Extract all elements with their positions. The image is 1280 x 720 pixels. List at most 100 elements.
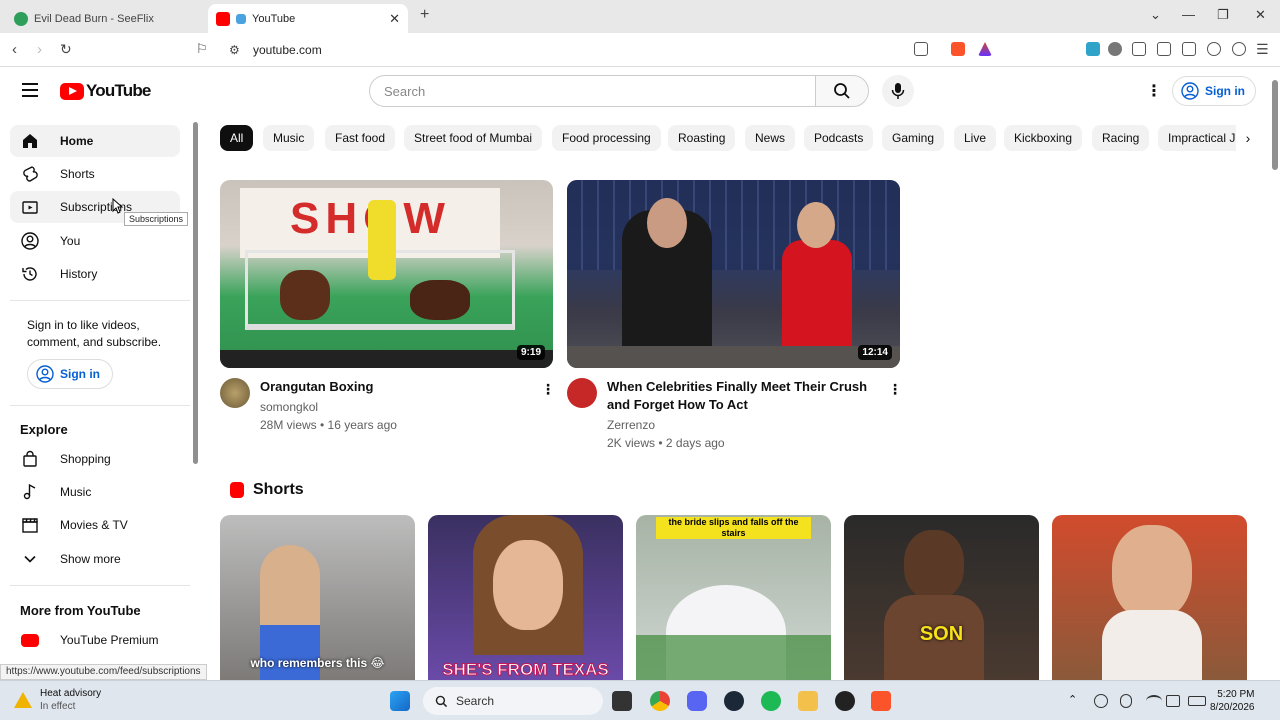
extension-icon[interactable]	[1086, 42, 1100, 56]
short-card[interactable]: who remembers this 😂	[220, 515, 415, 680]
close-tab-icon[interactable]: ✕	[389, 11, 400, 27]
chip-racing[interactable]: Racing	[1092, 125, 1150, 151]
chip-fast-food[interactable]: Fast food	[325, 125, 396, 151]
guest-figure	[782, 240, 852, 350]
chip-gaming[interactable]: Gaming	[882, 125, 945, 151]
short-card[interactable]: SON	[844, 515, 1039, 680]
chevron-up-icon[interactable]: ⌃	[1068, 693, 1077, 706]
short-card[interactable]: the bride slips and falls off the stairs	[636, 515, 831, 680]
channel-avatar[interactable]	[220, 378, 250, 408]
puzzle-icon[interactable]	[1132, 42, 1146, 56]
bookmark-icon[interactable]: ⚐	[196, 41, 208, 57]
brave-shield-icon[interactable]	[951, 42, 965, 56]
windows-start-icon[interactable]	[390, 691, 410, 711]
chip-live[interactable]: Live	[954, 125, 997, 151]
person-face	[904, 530, 964, 600]
sidebar-item-you[interactable]: You	[10, 225, 180, 257]
cast-icon[interactable]	[914, 42, 928, 56]
sidebar-item-home[interactable]: Home	[10, 125, 180, 157]
vpn-icon[interactable]	[1232, 42, 1246, 56]
chevron-right-icon[interactable]: ›	[1236, 125, 1260, 151]
weather-widget[interactable]: Heat advisory In effect	[14, 687, 101, 713]
guest-face	[647, 198, 687, 248]
video-stats: 2K views • 2 days ago	[607, 436, 725, 450]
battery-icon[interactable]	[1188, 696, 1206, 706]
settings-kebab-icon[interactable]: ⋮	[1146, 81, 1162, 101]
channel-name[interactable]: somongkol	[260, 398, 318, 416]
taskbar-clock[interactable]: 5:20 PM 8/20/2026	[1210, 688, 1255, 714]
voice-search-button[interactable]	[882, 75, 914, 107]
url-field[interactable]: youtube.com	[253, 43, 322, 57]
chip-impractical-jokers[interactable]: Impractical J	[1158, 125, 1246, 151]
discord-icon[interactable]	[687, 691, 707, 711]
chip-street-food[interactable]: Street food of Mumbai	[404, 125, 543, 151]
tab-youtube[interactable]: YouTube ✕	[208, 4, 408, 33]
video-title[interactable]: When Celebrities Finally Meet Their Crus…	[607, 378, 869, 414]
page-scrollbar[interactable]	[1272, 80, 1278, 170]
file-explorer-icon[interactable]	[798, 691, 818, 711]
sign-in-button[interactable]: Sign in	[1172, 76, 1256, 106]
tab-list-chevron-icon[interactable]: ⌄	[1150, 7, 1161, 23]
extension-icon[interactable]	[1108, 42, 1122, 56]
channel-name[interactable]: Zerrenzo	[607, 416, 655, 434]
sidebar-item-music[interactable]: Music	[10, 476, 180, 508]
chrome-icon[interactable]	[650, 691, 670, 711]
chip-news[interactable]: News	[745, 125, 796, 151]
account-icon	[36, 365, 54, 383]
sidebar-item-history[interactable]: History	[10, 258, 180, 290]
close-window-icon[interactable]: ✕	[1255, 7, 1266, 23]
app-icon[interactable]	[835, 691, 855, 711]
sidebar-item-shopping[interactable]: Shopping	[10, 443, 180, 475]
site-info-icon[interactable]: ⚙	[229, 43, 240, 57]
wallet-icon[interactable]	[1182, 42, 1196, 56]
hamburger-menu-icon[interactable]	[22, 83, 38, 97]
chip-podcasts[interactable]: Podcasts	[804, 125, 874, 151]
reload-icon[interactable]: ↻	[60, 41, 72, 58]
video-thumbnail[interactable]: 12:14	[567, 180, 900, 368]
youtube-logo[interactable]: YouTube	[60, 81, 151, 101]
chip-roasting[interactable]: Roasting	[668, 125, 736, 151]
grass	[636, 635, 831, 680]
minimize-icon[interactable]: —	[1182, 7, 1195, 22]
video-options-icon[interactable]: ⋮	[888, 381, 902, 398]
channel-avatar[interactable]	[567, 378, 597, 408]
chip-kickboxing[interactable]: Kickboxing	[1004, 125, 1083, 151]
short-card[interactable]: SHE'S FROM TEXAS	[428, 515, 623, 680]
search-button[interactable]	[815, 75, 869, 107]
sidebar-item-shorts[interactable]: Shorts	[10, 158, 180, 190]
brave-browser-icon[interactable]	[871, 691, 891, 711]
maximize-icon[interactable]: ❐	[1217, 7, 1229, 23]
youtube-play-icon	[60, 82, 84, 100]
wifi-icon[interactable]	[1146, 695, 1162, 707]
short-card[interactable]	[1052, 515, 1247, 680]
video-title[interactable]: Orangutan Boxing	[260, 378, 530, 396]
sidebar-scrollbar[interactable]	[193, 122, 198, 464]
forward-icon[interactable]: ›	[37, 41, 42, 58]
search-input[interactable]: Search	[369, 75, 816, 107]
chip-food-processing[interactable]: Food processing	[552, 125, 661, 151]
sidebar-item-youtube-premium[interactable]: YouTube Premium	[10, 624, 180, 656]
tab-seeflix[interactable]: Evil Dead Burn - SeeFlix	[6, 4, 202, 33]
sidebar-item-movies-tv[interactable]: Movies & TV	[10, 509, 180, 541]
brave-rewards-icon[interactable]	[978, 42, 992, 56]
video-options-icon[interactable]: ⋮	[541, 381, 555, 398]
sidebar-item-show-more[interactable]: Show more	[10, 543, 180, 575]
taskbar-search[interactable]: Search	[423, 687, 603, 715]
volume-icon[interactable]	[1166, 695, 1180, 707]
spotify-icon[interactable]	[761, 691, 781, 711]
chip-all[interactable]: All	[220, 125, 254, 151]
microphone-icon[interactable]	[1120, 694, 1132, 708]
new-tab-icon[interactable]: +	[420, 6, 429, 24]
browser-menu-icon[interactable]: ☰	[1256, 41, 1269, 58]
shorts-logo-icon	[230, 482, 244, 498]
sidebar-sign-in-button[interactable]: Sign in	[27, 359, 113, 389]
sidebar-icon[interactable]	[1157, 42, 1171, 56]
steam-icon[interactable]	[724, 691, 744, 711]
task-view-icon[interactable]	[612, 691, 632, 711]
chip-music[interactable]: Music	[263, 125, 315, 151]
leo-ai-icon[interactable]	[1207, 42, 1221, 56]
tooltip: Subscriptions	[124, 212, 189, 226]
onedrive-icon[interactable]	[1094, 694, 1108, 708]
back-icon[interactable]: ‹	[12, 41, 17, 58]
video-thumbnail[interactable]: SHOW 9:19	[220, 180, 553, 368]
